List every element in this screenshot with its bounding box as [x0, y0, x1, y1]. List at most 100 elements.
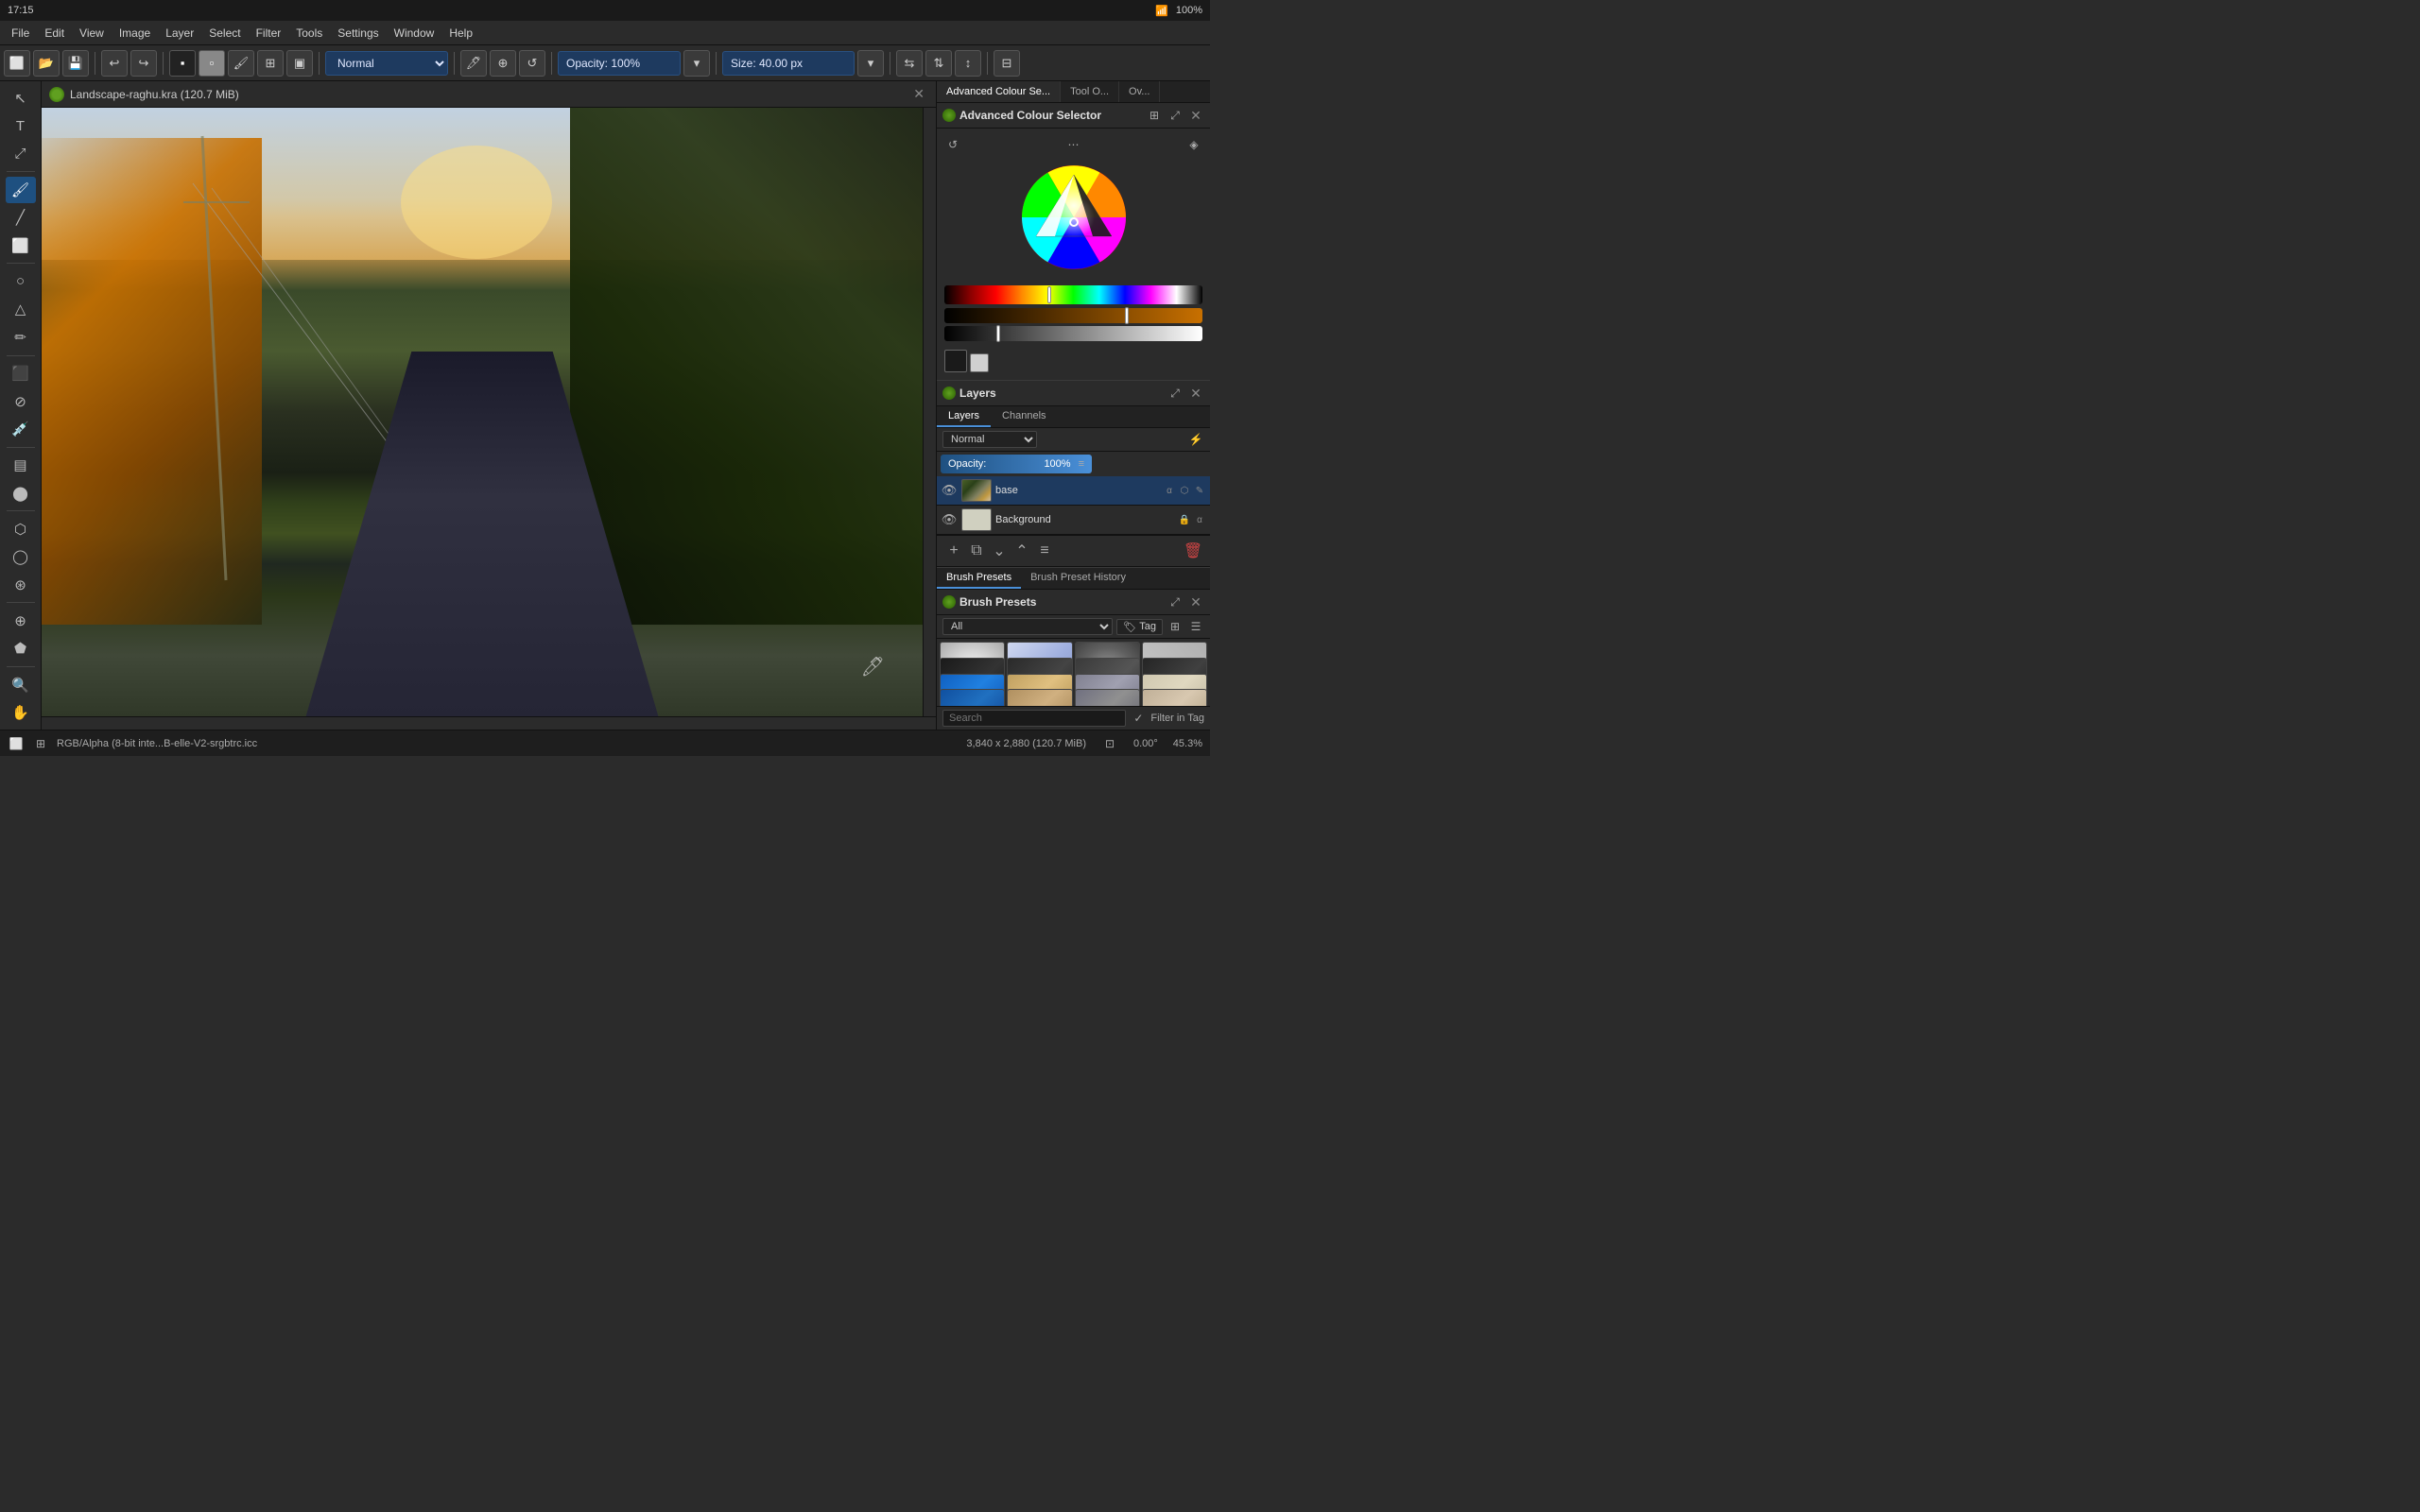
layer-copy-icon[interactable]: ⬡: [1178, 484, 1191, 497]
menu-edit[interactable]: Edit: [37, 25, 72, 42]
color-history-btn[interactable]: ↺: [944, 136, 961, 153]
zoom-tool[interactable]: 🔍: [6, 672, 36, 697]
wrap-btn[interactable]: ↕: [955, 50, 981, 77]
size-display[interactable]: Size: 40.00 px: [722, 51, 855, 76]
layer-opacity-bar[interactable]: Opacity: 100% ≡: [941, 455, 1092, 473]
menu-image[interactable]: Image: [112, 25, 158, 42]
menu-layer[interactable]: Layer: [158, 25, 201, 42]
tab-color-selector[interactable]: Advanced Colour Se...: [937, 81, 1061, 102]
rect-tool[interactable]: ⬜: [6, 232, 36, 258]
brush-view-btn[interactable]: ⊞: [1167, 618, 1184, 635]
canvas-scrollbar-v[interactable]: [923, 108, 936, 716]
color-wheel-svg[interactable]: [1017, 161, 1131, 274]
brush-tool[interactable]: 🖌: [6, 177, 36, 202]
move-layer-down-btn[interactable]: ⌄: [988, 540, 1011, 562]
canvas-options-btn[interactable]: ⊟: [994, 50, 1020, 77]
menu-select[interactable]: Select: [201, 25, 248, 42]
gradient-tool[interactable]: ▤: [6, 453, 36, 478]
contiguous-select[interactable]: ⊛: [6, 572, 36, 597]
mirror-h-btn[interactable]: ⇆: [896, 50, 923, 77]
tab-tool-options[interactable]: Tool O...: [1061, 81, 1119, 102]
move-layer-up-btn[interactable]: ⌃: [1011, 540, 1033, 562]
menu-tools[interactable]: Tools: [288, 25, 330, 42]
tab-overview[interactable]: Ov...: [1119, 81, 1160, 102]
hue-thumb[interactable]: [1047, 286, 1051, 303]
mirror-v-btn[interactable]: ⇅: [925, 50, 952, 77]
status-icon-2[interactable]: ⊞: [32, 735, 49, 752]
search-check-icon[interactable]: ✓: [1130, 710, 1147, 727]
menu-view[interactable]: View: [72, 25, 112, 42]
fit-page-btn[interactable]: ⊡: [1101, 735, 1118, 752]
canvas-scrollbar-h[interactable]: [42, 716, 936, 730]
similar-select[interactable]: ⊕: [6, 608, 36, 633]
sat-thumb[interactable]: [1125, 307, 1129, 324]
layer-row-base[interactable]: 👁 base α ⬡ ✎: [937, 476, 1210, 506]
layers-expand-btn[interactable]: ⤢: [1167, 385, 1184, 402]
layer-alpha-lock-icon[interactable]: α: [1193, 513, 1206, 526]
fg-color-btn[interactable]: ▪: [169, 50, 196, 77]
add-layer-btn[interactable]: +: [942, 540, 965, 562]
brush-preset-btn[interactable]: 🖊: [460, 50, 487, 77]
layer-eye-base[interactable]: 👁: [941, 482, 958, 499]
save-btn[interactable]: 💾: [62, 50, 89, 77]
new-doc-btn[interactable]: ⬜: [4, 50, 30, 77]
layer-alpha-icon[interactable]: α: [1163, 484, 1176, 497]
hue-slider[interactable]: [944, 285, 1202, 304]
menu-file[interactable]: File: [4, 25, 37, 42]
brush-editor-btn[interactable]: ⊕: [490, 50, 516, 77]
layer-lock-icon[interactable]: 🔒: [1178, 513, 1191, 526]
menu-help[interactable]: Help: [441, 25, 480, 42]
filter-in-tag-label[interactable]: Filter in Tag: [1150, 713, 1204, 724]
select-tool[interactable]: ↖: [6, 85, 36, 111]
size-dropdown-btn[interactable]: ▾: [857, 50, 884, 77]
color-picker-btn[interactable]: 🖌: [228, 50, 254, 77]
brush-close-btn[interactable]: ✕: [1187, 593, 1204, 610]
status-icon-1[interactable]: ⬜: [8, 735, 25, 752]
fill-tool[interactable]: ⬛: [6, 360, 36, 386]
layer-row-bg[interactable]: 👁 Background 🔒 α: [937, 506, 1210, 535]
ellipse-select-tool[interactable]: ◯: [6, 544, 36, 570]
layer-blend-mode-select[interactable]: Normal Multiply Screen: [942, 431, 1037, 448]
painting-canvas[interactable]: 🖊: [42, 108, 923, 716]
poly-select[interactable]: ⬟: [6, 636, 36, 662]
pan-tool[interactable]: ✋: [6, 699, 36, 725]
tab-brush-history[interactable]: Brush Preset History: [1021, 568, 1135, 589]
menu-window[interactable]: Window: [387, 25, 442, 42]
brush-item-16[interactable]: [1142, 689, 1207, 706]
value-slider[interactable]: [944, 326, 1202, 341]
brush-expand-btn[interactable]: ⤢: [1167, 593, 1184, 610]
opacity-display[interactable]: Opacity: 100%: [558, 51, 681, 76]
redo-btn[interactable]: ↪: [130, 50, 157, 77]
brush-search-input[interactable]: [942, 710, 1126, 727]
tab-brush-presets[interactable]: Brush Presets: [937, 568, 1021, 589]
freehand-tool[interactable]: ✏: [6, 324, 36, 350]
doc-tab[interactable]: Landscape-raghu.kra (120.7 MiB): [49, 87, 239, 102]
tab-channels[interactable]: Channels: [991, 406, 1057, 427]
erase-mode[interactable]: ⊘: [6, 388, 36, 414]
tab-layers[interactable]: Layers: [937, 406, 991, 427]
bg-color-swatch[interactable]: [970, 353, 989, 372]
brush-item-15[interactable]: [1075, 689, 1140, 706]
brush-item-13[interactable]: [940, 689, 1005, 706]
brush-item-14[interactable]: [1007, 689, 1072, 706]
gradient-btn[interactable]: ▣: [286, 50, 313, 77]
saturation-slider[interactable]: [944, 308, 1202, 323]
canvas-container[interactable]: 🖊: [42, 108, 923, 716]
layer-eye-bg[interactable]: 👁: [941, 511, 958, 528]
color-selector-expand-btn[interactable]: ⤢: [1167, 107, 1184, 124]
refresh-btn[interactable]: ↺: [519, 50, 545, 77]
val-thumb[interactable]: [996, 325, 1000, 342]
color-selector-close-btn[interactable]: ✕: [1187, 107, 1204, 124]
text-tool[interactable]: T: [6, 112, 36, 138]
bg-color-btn[interactable]: ▫: [199, 50, 225, 77]
transform-tool[interactable]: ⤢: [6, 141, 36, 166]
color-sample-btn[interactable]: ◈: [1185, 136, 1202, 153]
delete-layer-btn[interactable]: 🗑: [1182, 540, 1204, 562]
color-wheel-container[interactable]: [1017, 157, 1131, 278]
canvas-close-btn[interactable]: ✕: [909, 86, 928, 102]
ellipse-tool[interactable]: ○: [6, 268, 36, 294]
blend-mode-select[interactable]: Normal Multiply Screen Overlay: [325, 51, 448, 76]
layer-pen-icon[interactable]: ✎: [1193, 484, 1206, 497]
brush-tag-btn[interactable]: 🏷 Tag: [1116, 619, 1163, 635]
brush-filter-select[interactable]: All Basic Digital: [942, 618, 1113, 635]
